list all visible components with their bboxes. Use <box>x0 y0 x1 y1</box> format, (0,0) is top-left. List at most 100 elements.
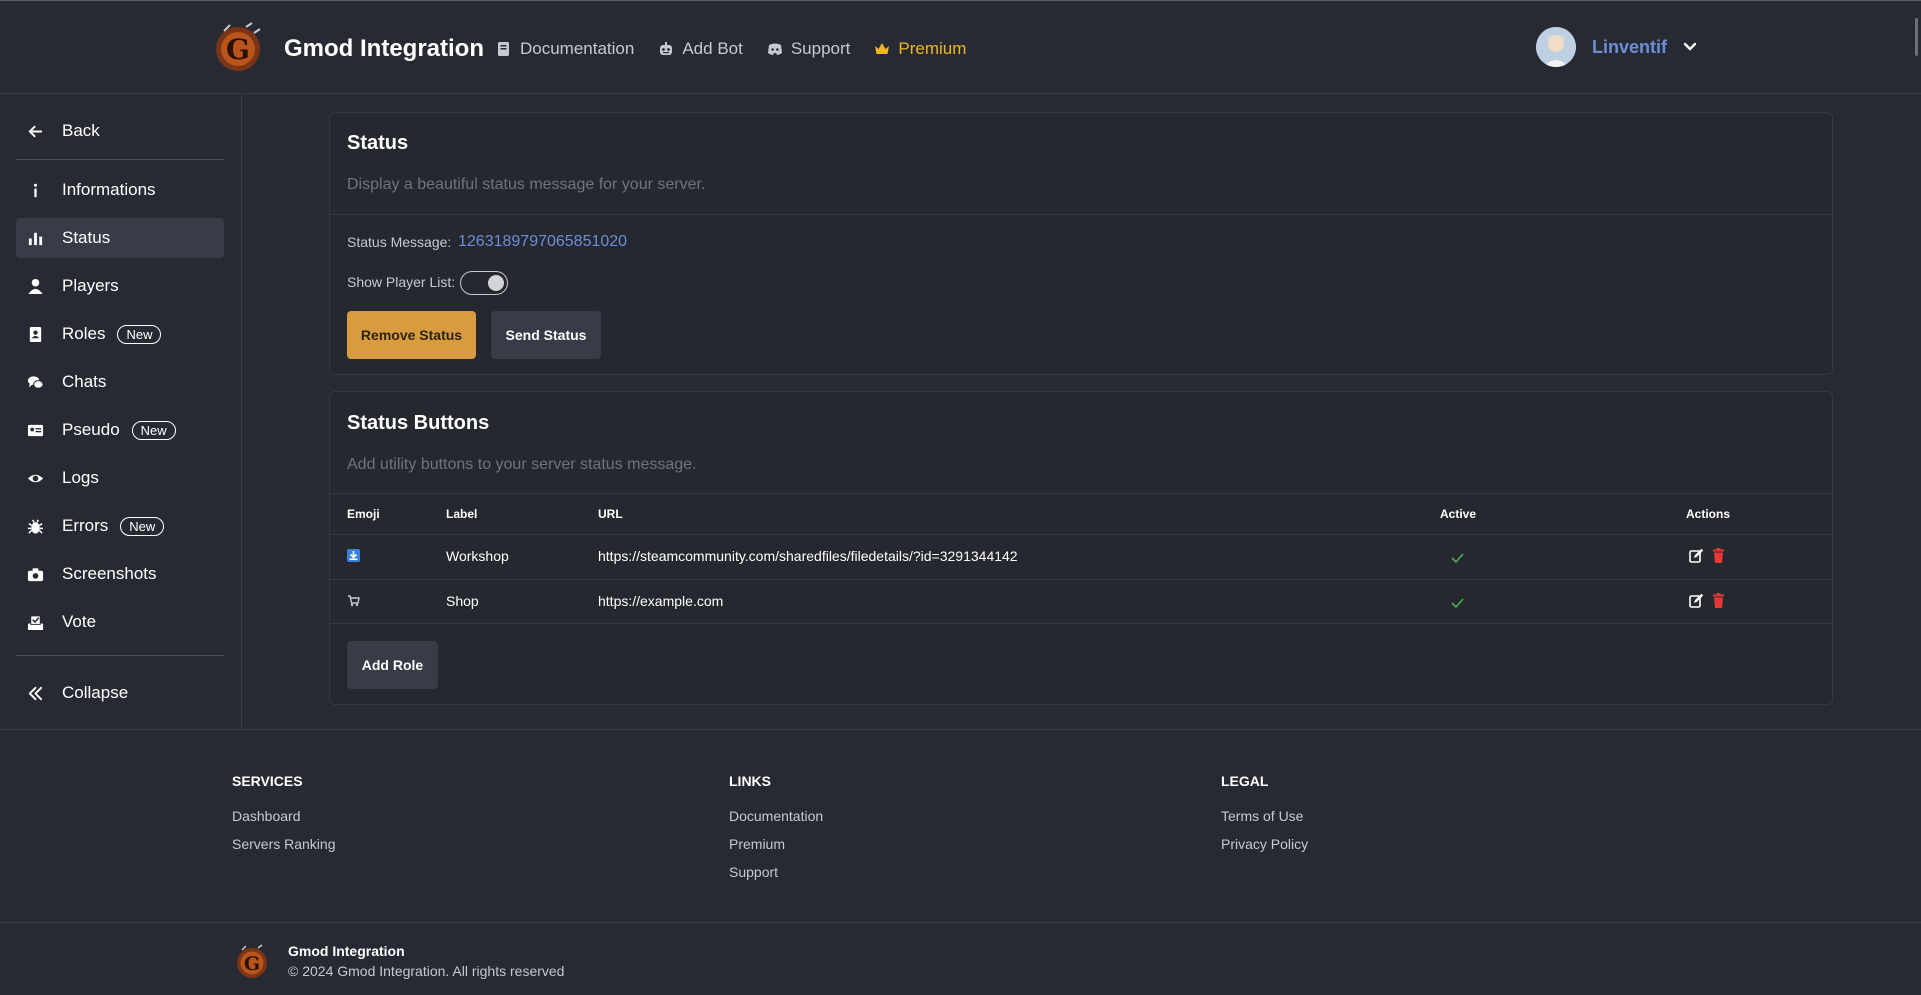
top-nav: Documentation Add Bot Support Premium <box>496 39 966 59</box>
username[interactable]: Linventif <box>1592 37 1667 58</box>
row-url[interactable]: https://example.com <box>598 593 723 609</box>
sidebar-item-logs[interactable]: Logs <box>16 458 224 498</box>
remove-status-button[interactable]: Remove Status <box>347 311 476 359</box>
sidebar-back[interactable]: Back <box>16 111 224 151</box>
sidebar-item-label: Players <box>62 276 119 295</box>
chat-icon <box>27 375 44 389</box>
eye-icon <box>27 474 43 482</box>
sidebar-collapse[interactable]: Collapse <box>16 673 224 713</box>
status-buttons-card: Status Buttons Add utility buttons to yo… <box>329 391 1833 705</box>
bar-chart-icon <box>28 232 42 245</box>
edit-icon[interactable] <box>1689 593 1704 608</box>
sidebar-back-label: Back <box>62 121 100 140</box>
bug-icon <box>27 519 43 534</box>
sidebar-item-label: Status <box>62 228 111 247</box>
user-icon <box>27 278 43 294</box>
trash-icon[interactable] <box>1711 548 1726 563</box>
row-label: Shop <box>446 593 479 609</box>
cart-icon <box>348 595 360 607</box>
chevron-down-icon[interactable] <box>1681 38 1699 56</box>
sidebar-divider <box>16 655 224 656</box>
sidebar-item-label: Logs <box>62 468 99 487</box>
nav-documentation-label: Documentation <box>520 39 635 58</box>
avatar[interactable] <box>1536 27 1576 67</box>
card-divider <box>330 214 1832 215</box>
footer-link-premium[interactable]: Premium <box>729 836 785 852</box>
footer-link-documentation[interactable]: Documentation <box>729 808 823 824</box>
column-header-url: URL <box>598 507 623 521</box>
status-card-title: Status <box>347 132 409 154</box>
discord-icon <box>767 43 782 55</box>
edit-icon[interactable] <box>1689 548 1704 563</box>
status-card-description: Display a beautiful status message for y… <box>347 176 706 193</box>
footer-links-title: LINKS <box>729 773 771 789</box>
column-header-active: Active <box>1440 507 1477 521</box>
status-buttons-card-title: Status Buttons <box>347 412 490 434</box>
nav-support[interactable]: Support <box>767 39 851 59</box>
sidebar-collapse-label: Collapse <box>62 683 129 702</box>
chevrons-left-icon <box>27 686 42 700</box>
new-badge: New <box>117 324 162 344</box>
user-menu[interactable]: Linventif <box>1536 27 1699 67</box>
arrow-left-icon <box>27 125 42 137</box>
add-role-button[interactable]: Add Role <box>347 641 438 689</box>
new-badge: New <box>120 516 165 536</box>
sidebar-item-players[interactable]: Players <box>16 266 224 306</box>
nav-support-label: Support <box>790 39 851 58</box>
sidebar-item-screenshots[interactable]: Screenshots <box>16 554 224 594</box>
check-icon <box>1451 553 1464 564</box>
toggle-knob <box>488 275 504 291</box>
robot-icon <box>660 42 673 55</box>
nav-add-bot[interactable]: Add Bot <box>658 39 743 59</box>
nav-premium[interactable]: Premium <box>874 39 966 59</box>
trash-icon[interactable] <box>1711 593 1726 608</box>
sidebar-item-pseudo[interactable]: Pseudo New <box>16 410 224 450</box>
vote-icon <box>27 614 43 630</box>
sidebar-item-label: Informations <box>62 180 156 199</box>
sidebar-item-errors[interactable]: Errors New <box>16 506 224 546</box>
sidebar-item-label: Vote <box>62 612 97 631</box>
column-header-actions: Actions <box>1686 507 1731 521</box>
sidebar-item-label: Roles <box>62 324 106 343</box>
table-row-divider <box>330 579 1832 580</box>
column-header-label: Label <box>446 507 478 521</box>
nav-premium-label: Premium <box>898 39 967 58</box>
contact-book-icon <box>29 326 41 342</box>
footer-brand-logo-icon: G <box>237 944 267 978</box>
footer-link-support[interactable]: Support <box>729 864 778 880</box>
nav-documentation[interactable]: Documentation <box>496 39 634 59</box>
table-header-divider <box>330 534 1832 535</box>
footer-link-dashboard[interactable]: Dashboard <box>232 808 301 824</box>
status-message-value[interactable]: 1263189797065851020 <box>458 233 627 251</box>
row-url[interactable]: https://steamcommunity.com/sharedfiles/f… <box>598 548 1018 564</box>
footer-legal-title: LEGAL <box>1221 773 1269 789</box>
crown-icon <box>875 43 890 54</box>
sidebar-item-informations[interactable]: Informations <box>16 170 224 210</box>
header: G Gmod Integration Documentation Add Bot… <box>0 1 1921 94</box>
sidebar-divider <box>16 159 224 160</box>
footer-link-terms[interactable]: Terms of Use <box>1221 808 1303 824</box>
sidebar-item-label: Screenshots <box>62 564 157 583</box>
info-icon <box>33 183 37 197</box>
table-row-divider <box>330 623 1832 624</box>
sidebar-item-roles[interactable]: Roles New <box>16 314 224 354</box>
footer-link-privacy[interactable]: Privacy Policy <box>1221 836 1308 852</box>
sidebar-item-chats[interactable]: Chats <box>16 362 224 402</box>
inbox-tray-icon <box>347 549 360 562</box>
sidebar-item-vote[interactable]: Vote <box>16 602 224 642</box>
footer-link-servers-ranking[interactable]: Servers Ranking <box>232 836 336 852</box>
book-icon <box>498 42 509 56</box>
status-card: Status Display a beautiful status messag… <box>329 112 1833 375</box>
id-card-icon <box>27 424 43 436</box>
show-player-list-toggle[interactable] <box>460 271 508 295</box>
status-message-label: Status Message: <box>347 234 452 250</box>
send-status-button[interactable]: Send Status <box>491 311 601 359</box>
brand-logo-icon[interactable]: G <box>210 21 266 73</box>
footer-bottom-divider <box>0 922 1921 923</box>
brand-name[interactable]: Gmod Integration <box>284 35 484 63</box>
sidebar-item-label: Chats <box>62 372 107 391</box>
sidebar-item-status[interactable]: Status <box>16 218 224 258</box>
camera-icon <box>27 567 43 581</box>
footer-brand-name: Gmod Integration <box>288 943 405 959</box>
footer-copyright: © 2024 Gmod Integration. All rights rese… <box>288 963 565 979</box>
